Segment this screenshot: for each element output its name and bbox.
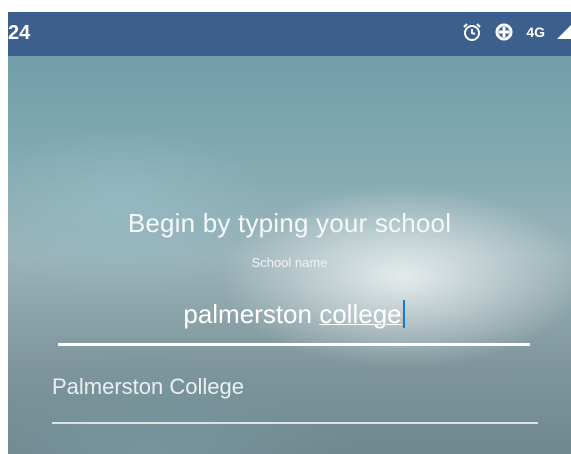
school-name-value[interactable]: palmerston college bbox=[183, 299, 405, 330]
school-name-input[interactable]: palmerston college bbox=[58, 295, 530, 346]
alarm-icon bbox=[462, 22, 482, 42]
school-name-value-word-2: college bbox=[319, 299, 402, 329]
school-suggestion-label: Palmerston College bbox=[52, 374, 244, 399]
text-cursor bbox=[402, 300, 405, 328]
page-title: Begin by typing your school bbox=[127, 208, 452, 238]
network-type: 4G bbox=[526, 24, 545, 40]
school-name-value-word-1: palmerston bbox=[183, 299, 312, 329]
status-bar: 24 4G bbox=[8, 12, 571, 56]
status-time: 24 bbox=[8, 22, 31, 44]
signal-icon bbox=[557, 25, 571, 39]
school-name-label: School name bbox=[251, 255, 328, 270]
status-icons: 4G bbox=[462, 22, 571, 42]
data-saver-icon bbox=[494, 22, 514, 42]
app-screen: 24 4G Begin by typing your school School… bbox=[8, 12, 571, 454]
school-suggestion-item[interactable]: Palmerston College bbox=[52, 364, 538, 424]
